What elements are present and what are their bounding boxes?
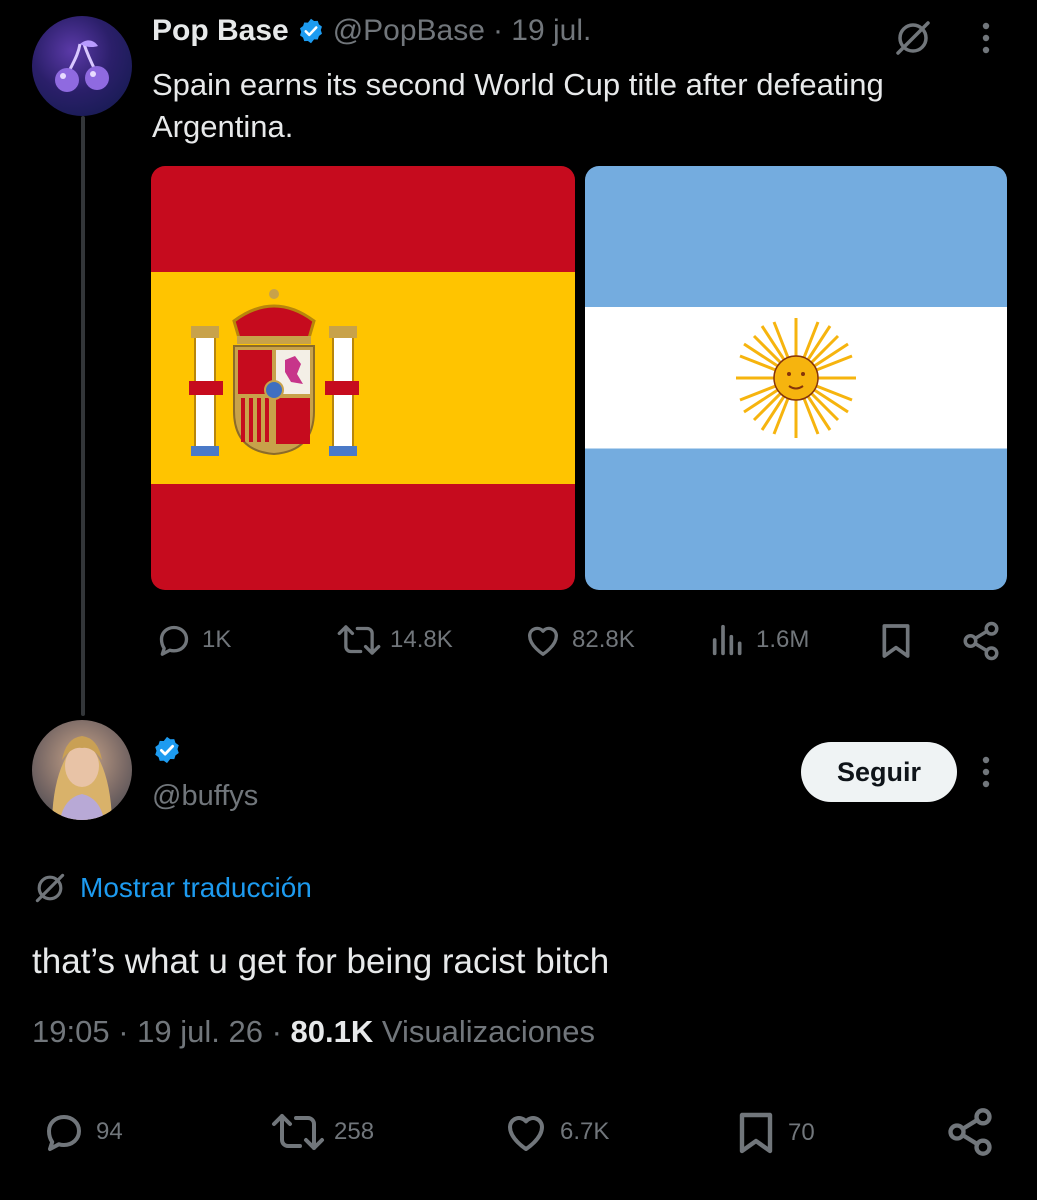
reply-time[interactable]: 19:05	[32, 1014, 110, 1049]
share-action[interactable]	[944, 1106, 996, 1158]
author-handle[interactable]: @PopBase	[333, 14, 485, 48]
like-action[interactable]: 6.7K	[500, 1108, 609, 1156]
reply-views-count: 80.1K	[290, 1014, 374, 1049]
show-translation-link[interactable]: Mostrar traducción	[32, 870, 312, 906]
bookmark-action[interactable]	[876, 620, 916, 662]
bookmark-icon	[882, 624, 910, 658]
verified-icon	[155, 736, 179, 764]
reply-views-label: Visualizaciones	[373, 1014, 595, 1049]
verified-icon	[299, 18, 322, 44]
author-name[interactable]: Pop Base	[152, 14, 289, 48]
follow-button[interactable]: Seguir	[801, 742, 957, 802]
media-argentina-flag[interactable]	[585, 166, 1007, 590]
repost-count: 14.8K	[390, 626, 453, 653]
media-spain-flag[interactable]	[151, 166, 575, 590]
reply-action[interactable]: 1K	[154, 620, 231, 660]
cherries-icon	[55, 40, 109, 92]
views-action[interactable]: 1.6M	[708, 620, 809, 660]
bookmark-icon	[739, 1112, 773, 1154]
bookmark-action[interactable]: 70	[732, 1108, 815, 1158]
avatar-popbase[interactable]	[32, 16, 132, 116]
reply-author-handle[interactable]: @buffys	[152, 780, 258, 813]
reply-bookmark-count: 70	[788, 1119, 815, 1146]
reply-reply-count: 94	[96, 1118, 123, 1145]
sun-of-may-icon	[736, 318, 856, 438]
reply-repost-count: 258	[334, 1118, 375, 1145]
like-icon	[508, 1116, 544, 1151]
views-icon	[712, 624, 742, 656]
reply-like-count: 6.7K	[560, 1118, 610, 1145]
share-icon	[963, 621, 999, 661]
reply-text: that’s what u get for being racist bitch	[32, 942, 610, 981]
translate-label: Mostrar traducción	[80, 872, 312, 903]
translate-icon	[35, 873, 65, 903]
repost-action[interactable]: 14.8K	[336, 620, 453, 660]
avatar-buffys[interactable]	[32, 720, 132, 820]
more-icon[interactable]	[976, 752, 996, 792]
post-header: Pop Base @PopBase · 19 jul.	[152, 14, 591, 48]
reply-count: 1K	[202, 626, 232, 653]
more-icon[interactable]	[976, 18, 996, 58]
views-count: 1.6M	[756, 626, 810, 653]
repost-icon	[337, 625, 381, 655]
share-action[interactable]	[960, 620, 1002, 662]
reply-icon	[159, 625, 189, 656]
meta-separator: ·	[262, 1014, 291, 1049]
reply-date[interactable]: 19 jul. 26	[137, 1014, 263, 1049]
like-icon	[528, 626, 558, 656]
reply-action[interactable]: 94	[40, 1108, 123, 1156]
meta-separator: ·	[109, 1014, 138, 1049]
like-count: 82.8K	[572, 626, 635, 653]
grok-icon[interactable]	[893, 18, 933, 58]
post-text: Spain earns its second World Cup title a…	[152, 67, 884, 144]
share-icon	[948, 1108, 992, 1156]
profile-photo-icon	[52, 736, 112, 820]
like-action[interactable]: 82.8K	[522, 620, 635, 660]
spain-coat-of-arms-icon	[189, 289, 359, 456]
reply-icon	[47, 1115, 81, 1151]
repost-icon	[272, 1114, 324, 1150]
post-date[interactable]: · 19 jul.	[493, 14, 591, 48]
reply-metadata: 19:05 · 19 jul. 26 · 80.1K Visualizacion…	[32, 1014, 595, 1050]
repost-action[interactable]: 258	[270, 1108, 374, 1156]
thread-connector-line	[81, 116, 85, 716]
